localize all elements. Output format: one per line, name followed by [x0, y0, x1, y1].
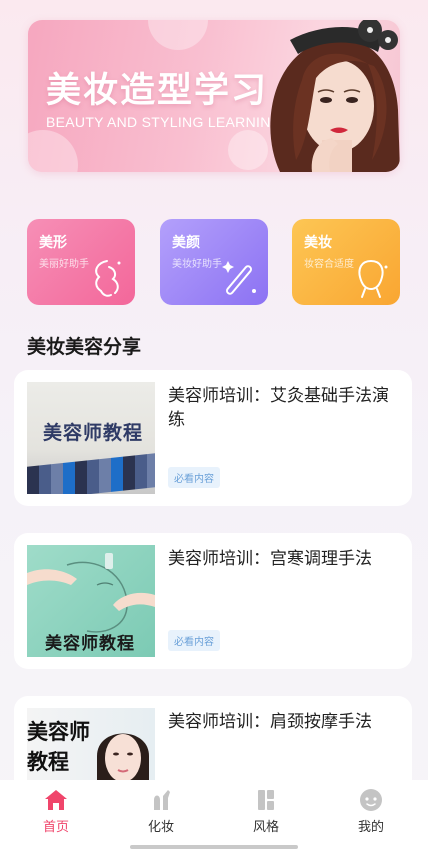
- tab-style[interactable]: 风格: [236, 788, 296, 835]
- banner-title: 美妆造型学习: [46, 71, 269, 111]
- article-thumbnail: 美容师教程: [27, 382, 155, 494]
- thumbnail-caption: 美容师教程: [45, 634, 135, 654]
- article-title: 美容师培训：艾灸基础手法演练: [168, 386, 389, 430]
- model-portrait-image: [270, 20, 400, 172]
- profile-icon: [360, 789, 382, 811]
- home-icon: [45, 790, 67, 810]
- category-subtitle: 美丽好助手: [39, 259, 89, 270]
- banner-subtitle: BEAUTY AND STYLING LEARNING: [46, 114, 282, 130]
- tab-label: 风格: [252, 820, 279, 835]
- must-read-tag: 必看内容: [168, 630, 220, 651]
- thumbnail-caption-line2: 教程: [27, 750, 69, 774]
- article-card[interactable]: 美容师教程 美容师培训：宫寒调理手法 必看内容: [14, 533, 412, 669]
- thumbnail-caption-line1: 美容师: [27, 720, 90, 744]
- tab-label: 化妆: [147, 820, 174, 835]
- article-card[interactable]: 美容师教程 美容师培训：艾灸基础手法演练 必看内容: [14, 370, 412, 506]
- thumbnail-caption: 美容师教程: [43, 422, 144, 444]
- category-card-meixing[interactable]: 美形 美丽好助手: [27, 219, 135, 305]
- style-icon: [258, 790, 274, 810]
- tab-label: 首页: [42, 820, 69, 835]
- category-title: 美形: [39, 235, 67, 251]
- tab-home[interactable]: 首页: [26, 788, 86, 835]
- article-title: 美容师培训：宫寒调理手法: [168, 549, 372, 569]
- makeup-icon: [154, 790, 170, 810]
- must-read-tag: 必看内容: [168, 467, 220, 488]
- tab-makeup[interactable]: 化妆: [131, 788, 191, 835]
- article-title: 美容师培训：肩颈按摩手法: [168, 712, 372, 732]
- article-thumbnail: 美容师教程: [27, 545, 155, 657]
- bottom-tab-bar: 首页 化妆 风格 我的: [0, 780, 428, 851]
- category-subtitle: 妆容合适度: [304, 259, 354, 270]
- eyeshadow-palette-image: [27, 453, 155, 494]
- body-silhouette-icon: [95, 260, 121, 297]
- tab-profile[interactable]: 我的: [341, 788, 401, 835]
- magic-wand-icon: [222, 261, 256, 295]
- category-title: 美颜: [172, 235, 200, 251]
- category-subtitle: 美妆好助手: [172, 259, 222, 270]
- category-card-meiyan[interactable]: 美颜 美妆好助手: [160, 219, 268, 305]
- section-title: 美妆美容分享: [27, 336, 142, 358]
- hero-banner[interactable]: 美妆造型学习 BEAUTY AND STYLING LEARNING: [28, 20, 400, 172]
- tab-label: 我的: [357, 820, 384, 835]
- category-card-meizhuang[interactable]: 美妆 妆容合适度: [292, 219, 400, 305]
- home-indicator[interactable]: [130, 845, 298, 849]
- face-outline-icon: [358, 259, 388, 298]
- category-title: 美妆: [304, 235, 332, 251]
